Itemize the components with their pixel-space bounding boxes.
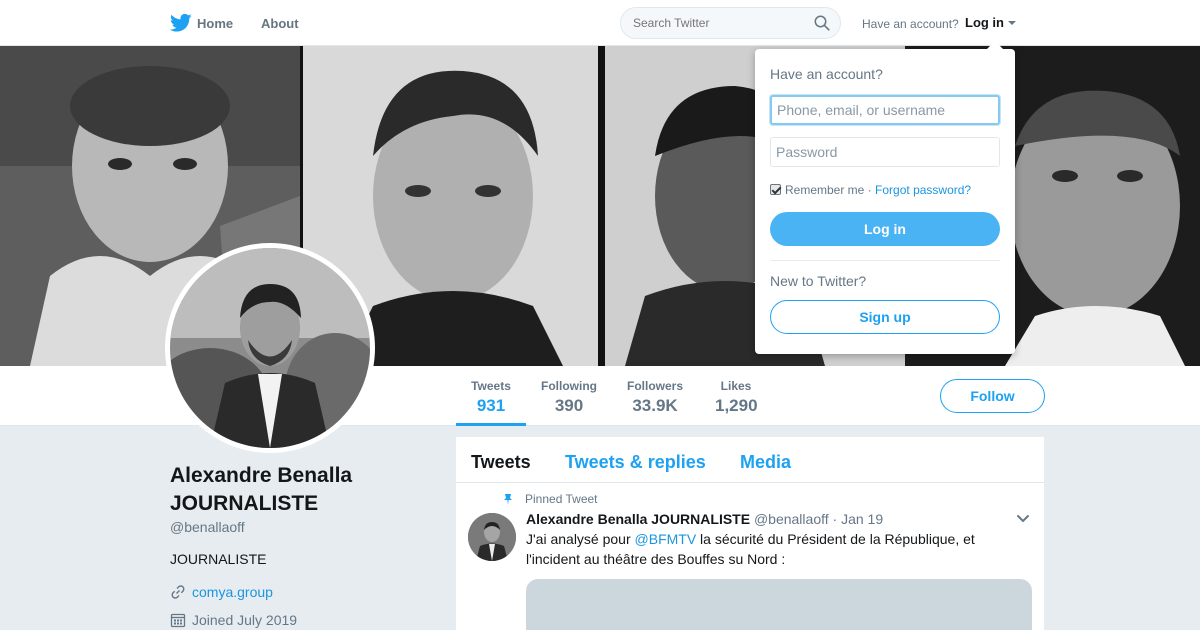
stat-label: Likes (720, 379, 752, 393)
search-box (620, 7, 841, 39)
stat-followers[interactable]: Followers 33.9K (613, 366, 697, 426)
avatar-image (170, 248, 370, 448)
follow-button[interactable]: Follow (940, 379, 1045, 413)
profile-name[interactable]: Alexandre Benalla JOURNALISTE (170, 462, 430, 518)
tab-media[interactable]: Media (740, 452, 791, 473)
tweet-text-start: J'ai analysé pour (526, 531, 635, 547)
profile-handle[interactable]: @benallaoff (170, 519, 245, 535)
tweet-author-name[interactable]: Alexandre Benalla JOURNALISTE (526, 511, 750, 527)
tweet-date[interactable]: Jan 19 (841, 511, 883, 527)
have-account-text: Have an account? (862, 17, 959, 31)
stat-value: 390 (554, 396, 584, 415)
stat-label: Following (541, 379, 597, 393)
stat-following[interactable]: Following 390 (527, 366, 611, 426)
profile-bio: JOURNALISTE (170, 551, 267, 567)
remember-me-checkbox[interactable] (770, 184, 781, 195)
forgot-password-link[interactable]: Forgot password? (875, 183, 971, 197)
tweet-separator: · (832, 511, 838, 527)
stat-value: 33.9K (632, 396, 678, 415)
timeline-tabs: Tweets Tweets & replies Media (456, 437, 1044, 483)
pin-icon (504, 494, 512, 505)
remember-me-label[interactable]: Remember me (785, 183, 864, 197)
stat-label: Followers (627, 379, 684, 393)
login-submit-button[interactable]: Log in (770, 212, 1000, 246)
tweet-mention-link[interactable]: @BFMTV (635, 531, 697, 547)
login-dropdown-toggle[interactable]: Log in (965, 15, 1004, 30)
stat-tweets[interactable]: Tweets 931 (456, 366, 526, 426)
tweet-avatar-image (468, 513, 516, 561)
username-field[interactable] (770, 95, 1000, 125)
new-to-twitter-text: New to Twitter? (770, 273, 867, 289)
timeline: Tweets Tweets & replies Media Pinned Twe… (456, 437, 1044, 630)
profile-joined-text: Joined July 2019 (192, 612, 298, 628)
chevron-down-icon[interactable] (1016, 514, 1030, 524)
tweet-header: Alexandre Benalla JOURNALISTE @benallaof… (526, 511, 883, 527)
signup-button[interactable]: Sign up (770, 300, 1000, 334)
calendar-icon (170, 613, 186, 628)
password-field[interactable] (770, 137, 1000, 167)
profile-avatar[interactable] (165, 243, 375, 453)
search-icon[interactable] (814, 15, 830, 31)
tab-tweets-replies[interactable]: Tweets & replies (565, 452, 706, 473)
remember-separator: · (867, 183, 872, 197)
tweet-text: J'ai analysé pour @BFMTV la sécurité du … (526, 529, 1006, 569)
link-icon (171, 585, 185, 599)
nav-home-link[interactable]: Home (197, 16, 233, 31)
twitter-bird-icon[interactable] (170, 13, 192, 33)
tweet-author-handle[interactable]: @benallaoff (754, 511, 829, 527)
top-nav: Home About Have an account? Log in (0, 0, 1200, 46)
login-dropdown: Have an account? Remember me · Forgot pa… (755, 41, 1015, 354)
caret-down-icon[interactable] (1008, 21, 1016, 25)
tab-tweets[interactable]: Tweets (471, 452, 531, 473)
dropdown-arrow (987, 41, 1003, 49)
stat-label: Tweets (471, 379, 511, 393)
pinned-tweet-label: Pinned Tweet (525, 492, 598, 506)
stat-value: 931 (476, 396, 506, 415)
login-dropdown-heading: Have an account? (770, 66, 883, 82)
tweet-avatar[interactable] (468, 513, 516, 561)
dropdown-divider (770, 260, 1000, 261)
stat-value: 1,290 (715, 396, 758, 415)
search-input[interactable] (633, 16, 803, 30)
nav-about-link[interactable]: About (261, 16, 299, 31)
tweet-media-card[interactable] (526, 579, 1032, 630)
stat-likes[interactable]: Likes 1,290 (701, 366, 771, 426)
remember-me-row: Remember me · Forgot password? (770, 183, 971, 197)
profile-website-link[interactable]: comya.group (192, 584, 273, 600)
